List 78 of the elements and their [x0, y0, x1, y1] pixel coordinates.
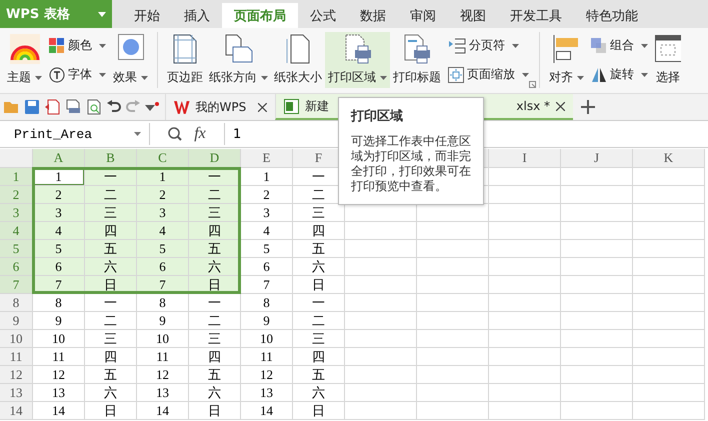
table-cell: 10: [33, 330, 85, 348]
tooltip-text: 可选择工作表中任意区域为打印区域，而非完全打印，打印效果可在打印预览中查看。: [351, 134, 472, 194]
table-cell: 8: [137, 294, 189, 312]
table-cell: 六: [189, 258, 241, 276]
table-cell: 二: [85, 186, 137, 204]
table-cell: 一: [189, 294, 241, 312]
table-cell: 二: [189, 312, 241, 330]
table-cell: 四: [293, 348, 345, 366]
table-cell: 三: [85, 204, 137, 222]
table-cell: 7: [241, 276, 293, 294]
table-cell: 5: [241, 240, 293, 258]
table-cell: 三: [85, 330, 137, 348]
table-cell: 4: [137, 222, 189, 240]
table-cell: 4: [241, 222, 293, 240]
table-cell: 六: [293, 258, 345, 276]
table-cell: 6: [241, 258, 293, 276]
table-cell: 日: [189, 402, 241, 420]
table-cell: 二: [293, 312, 345, 330]
table-cell: 三: [189, 204, 241, 222]
table-cell: 9: [33, 312, 85, 330]
table-cell: 12: [33, 366, 85, 384]
table-cell: 一: [293, 294, 345, 312]
table-cell: 二: [85, 312, 137, 330]
table-cell: 10: [241, 330, 293, 348]
table-cell: 四: [293, 222, 345, 240]
table-cell: 2: [33, 186, 85, 204]
table-cell: 5: [33, 240, 85, 258]
tooltip-title: 打印区域: [351, 108, 404, 125]
tab-title: 新建: [305, 98, 329, 114]
table-cell: 14: [33, 402, 85, 420]
table-cell: 四: [189, 348, 241, 366]
table-cell: 2: [137, 186, 189, 204]
table-cell: 四: [85, 222, 137, 240]
table-cell: 二: [189, 186, 241, 204]
tab-title: 我的WPS: [196, 98, 246, 116]
table-cell: 日: [293, 402, 345, 420]
table-cell: 2: [241, 186, 293, 204]
table-cell: 3: [33, 204, 85, 222]
table-cell: 10: [137, 330, 189, 348]
table-cell: 13: [241, 384, 293, 402]
table-cell: 六: [85, 384, 137, 402]
table-cell: 五: [189, 240, 241, 258]
table-cell: 12: [137, 366, 189, 384]
table-cell: 1: [241, 168, 293, 186]
table-cell: 9: [241, 312, 293, 330]
table-cell: 三: [189, 330, 241, 348]
table-cell: 3: [137, 204, 189, 222]
table-cell: 13: [33, 384, 85, 402]
table-cell: 9: [137, 312, 189, 330]
table-cell: 三: [293, 330, 345, 348]
table-cell: 13: [137, 384, 189, 402]
table-cell: 六: [293, 384, 345, 402]
table-cell: 12: [241, 366, 293, 384]
table-cell: 五: [189, 366, 241, 384]
table-cell: 5: [137, 240, 189, 258]
table-cell: 14: [241, 402, 293, 420]
table-cell: 一: [85, 294, 137, 312]
table-cell: 8: [33, 294, 85, 312]
table-cell: 五: [85, 240, 137, 258]
table-cell: 四: [189, 222, 241, 240]
table-cell: 四: [85, 348, 137, 366]
table-cell: 3: [241, 204, 293, 222]
table-cell: 五: [293, 240, 345, 258]
table-cell: 6: [33, 258, 85, 276]
table-cell: 6: [137, 258, 189, 276]
table-cell: 4: [33, 222, 85, 240]
table-cell: 8: [241, 294, 293, 312]
table-cell: 五: [293, 366, 345, 384]
tab-title: xlsx *: [516, 99, 550, 113]
table-cell: 11: [33, 348, 85, 366]
table-cell: 五: [85, 366, 137, 384]
table-cell: 14: [137, 402, 189, 420]
table-cell: 日: [85, 402, 137, 420]
table-cell: 11: [137, 348, 189, 366]
table-cell: 六: [189, 384, 241, 402]
table-cell: 日: [293, 276, 345, 294]
table-cell: 六: [85, 258, 137, 276]
table-cell: 11: [241, 348, 293, 366]
